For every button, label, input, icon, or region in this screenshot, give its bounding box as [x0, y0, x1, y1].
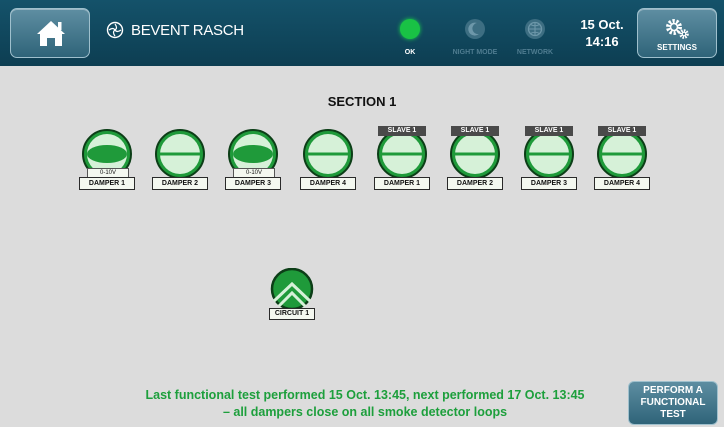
moon-icon — [465, 19, 485, 39]
slave-tag: SLAVE 1 — [378, 126, 426, 136]
functional-test-status: Last functional test performed 15 Oct. 1… — [90, 387, 640, 421]
functional-test-line-1: Last functional test performed 15 Oct. 1… — [145, 388, 585, 402]
damper-2[interactable]: DAMPER 2 — [152, 126, 208, 190]
damper-label: DAMPER 4 — [300, 177, 356, 190]
status-network[interactable]: NETWORK — [505, 14, 565, 56]
pft-line-3: TEST — [660, 409, 686, 420]
damper-label: DAMPER 3 — [521, 177, 577, 190]
home-icon — [37, 21, 65, 46]
damper-label: DAMPER 2 — [152, 177, 208, 190]
network-icon — [525, 19, 545, 39]
status-night-mode[interactable]: NIGHT MODE — [445, 14, 505, 56]
top-bar: BEVENT RASCH OK NIGHT MODE NETWORK 15 Oc… — [0, 0, 724, 66]
damper-1[interactable]: 0-10V DAMPER 1 — [79, 126, 135, 190]
brand-name: BEVENT RASCH — [131, 21, 244, 39]
status-ok[interactable]: OK — [380, 14, 440, 56]
damper-label: DAMPER 1 — [374, 177, 430, 190]
functional-test-line-2: – all dampers close on all smoke detecto… — [222, 405, 508, 419]
brand-logo-icon — [106, 21, 124, 39]
circuit-label: CIRCUIT 1 — [269, 308, 315, 320]
damper-5[interactable]: SLAVE 1 DAMPER 1 — [374, 126, 430, 190]
damper-icon — [303, 129, 353, 179]
damper-label: DAMPER 4 — [594, 177, 650, 190]
circuit-icon — [270, 268, 314, 311]
slave-tag: SLAVE 1 — [525, 126, 573, 136]
date-time: 15 Oct. 14:16 — [574, 16, 630, 50]
status-network-label: NETWORK — [516, 49, 554, 56]
brand: BEVENT RASCH — [106, 21, 244, 39]
status-ok-label: OK — [404, 49, 416, 56]
ok-status-icon — [400, 19, 420, 39]
damper-label: DAMPER 2 — [447, 177, 503, 190]
damper-8[interactable]: SLAVE 1 DAMPER 4 — [594, 126, 650, 190]
damper-label: DAMPER 1 — [79, 177, 135, 190]
section-title: SECTION 1 — [327, 94, 397, 109]
slave-tag: SLAVE 1 — [451, 126, 499, 136]
damper-6[interactable]: SLAVE 1 DAMPER 2 — [447, 126, 503, 190]
status-night-mode-label: NIGHT MODE — [452, 49, 498, 56]
home-button[interactable] — [10, 8, 90, 58]
damper-4[interactable]: DAMPER 4 — [300, 126, 356, 190]
gear-icon — [666, 19, 689, 39]
settings-button[interactable]: SETTINGS — [637, 8, 717, 58]
perform-functional-test-button[interactable]: PERFORM A FUNCTIONAL TEST — [628, 381, 718, 425]
pft-line-1: PERFORM A — [643, 385, 703, 396]
damper-label: DAMPER 3 — [225, 177, 281, 190]
pft-line-2: FUNCTIONAL — [640, 397, 706, 408]
damper-icon — [155, 129, 205, 179]
date-text: 15 Oct. — [580, 17, 624, 32]
time-text: 14:16 — [585, 34, 619, 49]
settings-label: SETTINGS — [656, 43, 697, 52]
damper-3[interactable]: 0-10V DAMPER 3 — [225, 126, 281, 190]
damper-7[interactable]: SLAVE 1 DAMPER 3 — [521, 126, 577, 190]
slave-tag: SLAVE 1 — [598, 126, 646, 136]
circuit-1[interactable]: CIRCUIT 1 — [266, 268, 318, 320]
